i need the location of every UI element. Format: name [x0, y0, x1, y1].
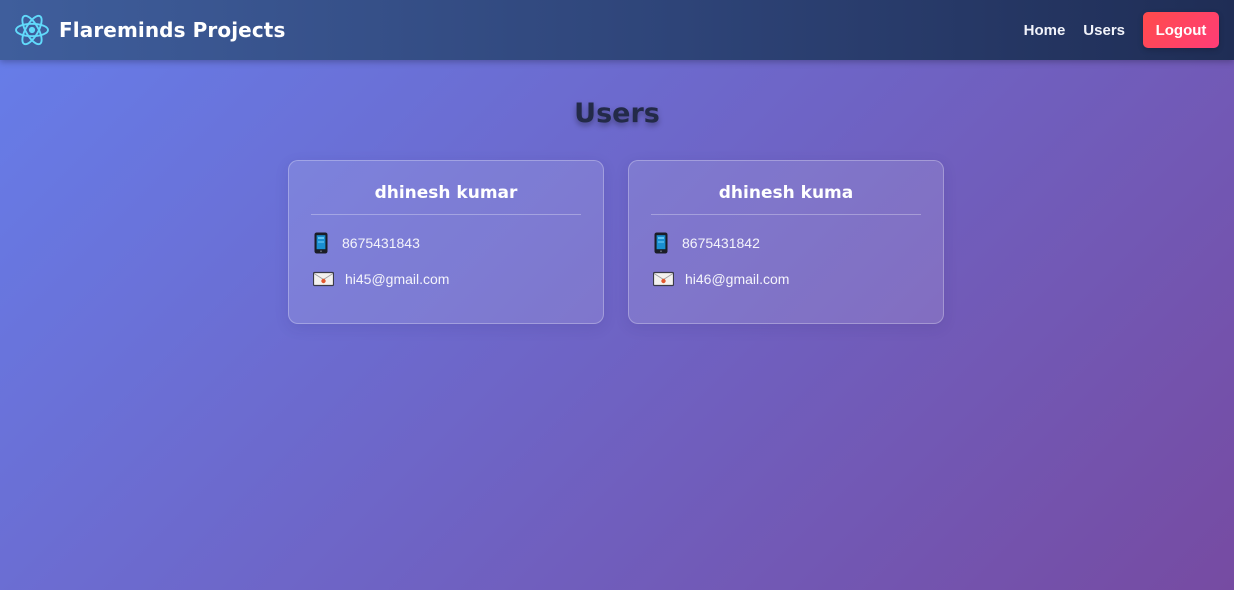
envelope-icon [313, 271, 334, 287]
navbar: Flareminds Projects Home Users Logout [0, 0, 1234, 60]
user-name: dhinesh kumar [374, 183, 518, 203]
page-title: Users [574, 98, 660, 129]
envelope-icon [653, 271, 674, 287]
user-phone: 8675431842 [682, 235, 760, 251]
card-divider [651, 214, 921, 215]
user-card: dhinesh kuma 8675431842 hi46@gmail.com [628, 160, 944, 324]
brand-title: Flareminds Projects [59, 18, 286, 42]
phone-row: 8675431842 [653, 232, 760, 254]
email-row: hi45@gmail.com [313, 271, 449, 287]
logout-button[interactable]: Logout [1143, 12, 1219, 48]
mobile-phone-icon [313, 232, 329, 254]
nav-link-home[interactable]: Home [1024, 22, 1066, 39]
user-email[interactable]: hi46@gmail.com [685, 271, 789, 287]
mobile-phone-icon [653, 232, 669, 254]
phone-row: 8675431843 [313, 232, 420, 254]
nav-links: Home Users Logout [1024, 12, 1219, 48]
nav-link-users[interactable]: Users [1083, 22, 1125, 39]
user-name: dhinesh kuma [718, 183, 854, 203]
brand[interactable]: Flareminds Projects [14, 12, 285, 48]
card-divider [311, 214, 581, 215]
user-card: dhinesh kumar 8675431843 hi45@gmail.com [288, 160, 604, 324]
user-email[interactable]: hi45@gmail.com [345, 271, 449, 287]
react-atom-icon [14, 12, 50, 48]
email-row: hi46@gmail.com [653, 271, 789, 287]
user-phone: 8675431843 [342, 235, 420, 251]
